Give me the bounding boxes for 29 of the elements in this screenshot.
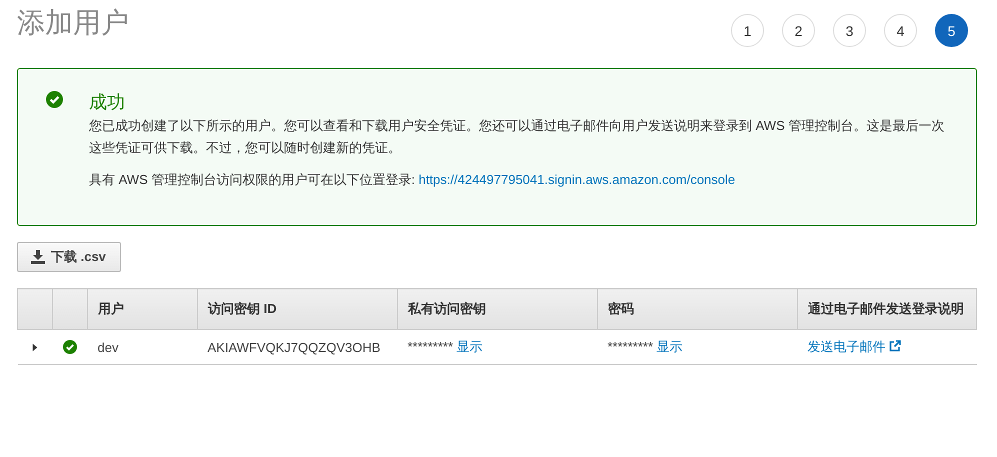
masked-secret: ********* [408, 339, 454, 354]
page-title: 添加用户 [17, 6, 129, 40]
header-cell [52, 288, 88, 330]
download-csv-button[interactable]: 下载 .csv [17, 242, 121, 272]
step-indicator: 1 [731, 14, 764, 47]
column-header: 密码 [598, 288, 798, 330]
show-link[interactable]: 显示 [456, 339, 483, 354]
step-indicator: 4 [884, 14, 917, 47]
download-icon [31, 250, 45, 264]
alert-message: 您已成功创建了以下所示的用户。您可以查看和下载用户安全凭证。您还可以通过电子邮件向用户发送说明来登录到 AWS 管理控制台。这是最后一次这些凭证可供下载。不过，您可以随时创建新的凭证。 [89, 117, 946, 157]
show-link[interactable]: 显示 [656, 339, 683, 354]
masked-password: ********* [608, 339, 654, 354]
external-link-icon [889, 340, 902, 352]
signin-link[interactable]: https://424497795041.signin.aws.amazon.com/console [418, 172, 736, 187]
send-email-link[interactable]: 发送电子邮件 [808, 339, 886, 354]
access-key-cell: AKIAWFVQKJ7QQZQV3OHB [198, 330, 398, 364]
alert-title: 成功 [89, 91, 126, 113]
step-indicator: 5 [935, 14, 968, 47]
expand-caret-icon[interactable] [32, 342, 38, 352]
header-cell [18, 288, 52, 330]
column-header: 访问密钥 ID [198, 288, 398, 330]
column-header: 通过电子邮件发送登录说明 [798, 288, 976, 330]
signin-label: 具有 AWS 管理控制台访问权限的用户可在以下位置登录: [89, 172, 415, 187]
check-circle-icon [46, 91, 63, 108]
column-header: 用户 [88, 288, 198, 330]
step-indicator: 2 [782, 14, 815, 47]
user-cell: dev [88, 330, 198, 364]
column-header: 私有访问密钥 [398, 288, 598, 330]
step-indicator: 3 [833, 14, 866, 47]
